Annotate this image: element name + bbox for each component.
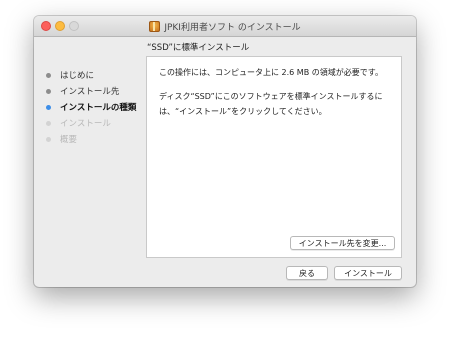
title-bar[interactable]: JPKI利用者ソフト のインストール [34, 16, 416, 37]
step-label: インストール先 [60, 87, 120, 97]
step-label: インストールの種類 [60, 103, 137, 113]
step-destination: インストール先 [44, 83, 142, 99]
step-indicator-dot [46, 88, 51, 94]
change-install-location-button[interactable]: インストール先を変更... [290, 236, 395, 250]
step-installation: インストール [44, 115, 142, 131]
step-summary: 概要 [44, 131, 142, 147]
step-indicator-dot [46, 72, 51, 78]
step-label: 概要 [60, 135, 78, 145]
disk-space-message: この操作には、コンピュータ上に 2.6 MB の領域が必要です。 [159, 68, 383, 77]
section-header: “SSD”に標準インストール [147, 43, 250, 53]
package-icon [149, 20, 161, 32]
content-panel: この操作には、コンピュータ上に 2.6 MB の領域が必要です。 ディスク“SS… [146, 56, 402, 258]
install-instruction-message: ディスク“SSD”にこのソフトウェアを標準インストールするには、“インストール”… [159, 92, 383, 116]
step-installation-type: インストールの種類 [44, 99, 142, 115]
installer-window: JPKI利用者ソフト のインストール “SSD”に標準インストール はじめに イ… [34, 16, 416, 287]
step-label: インストール [60, 119, 111, 129]
step-indicator-dot [46, 136, 51, 142]
step-indicator-dot [46, 120, 51, 126]
step-label: はじめに [60, 71, 95, 81]
step-indicator-dot [46, 104, 51, 110]
step-introduction: はじめに [44, 67, 142, 83]
installer-steps-list: はじめに インストール先 インストールの種類 インストール 概要 [44, 67, 142, 147]
window-title: JPKI利用者ソフト のインストール [164, 22, 301, 33]
window-title-group: JPKI利用者ソフト のインストール [34, 16, 416, 36]
install-button[interactable]: インストール [334, 266, 402, 280]
back-button[interactable]: 戻る [286, 266, 328, 280]
